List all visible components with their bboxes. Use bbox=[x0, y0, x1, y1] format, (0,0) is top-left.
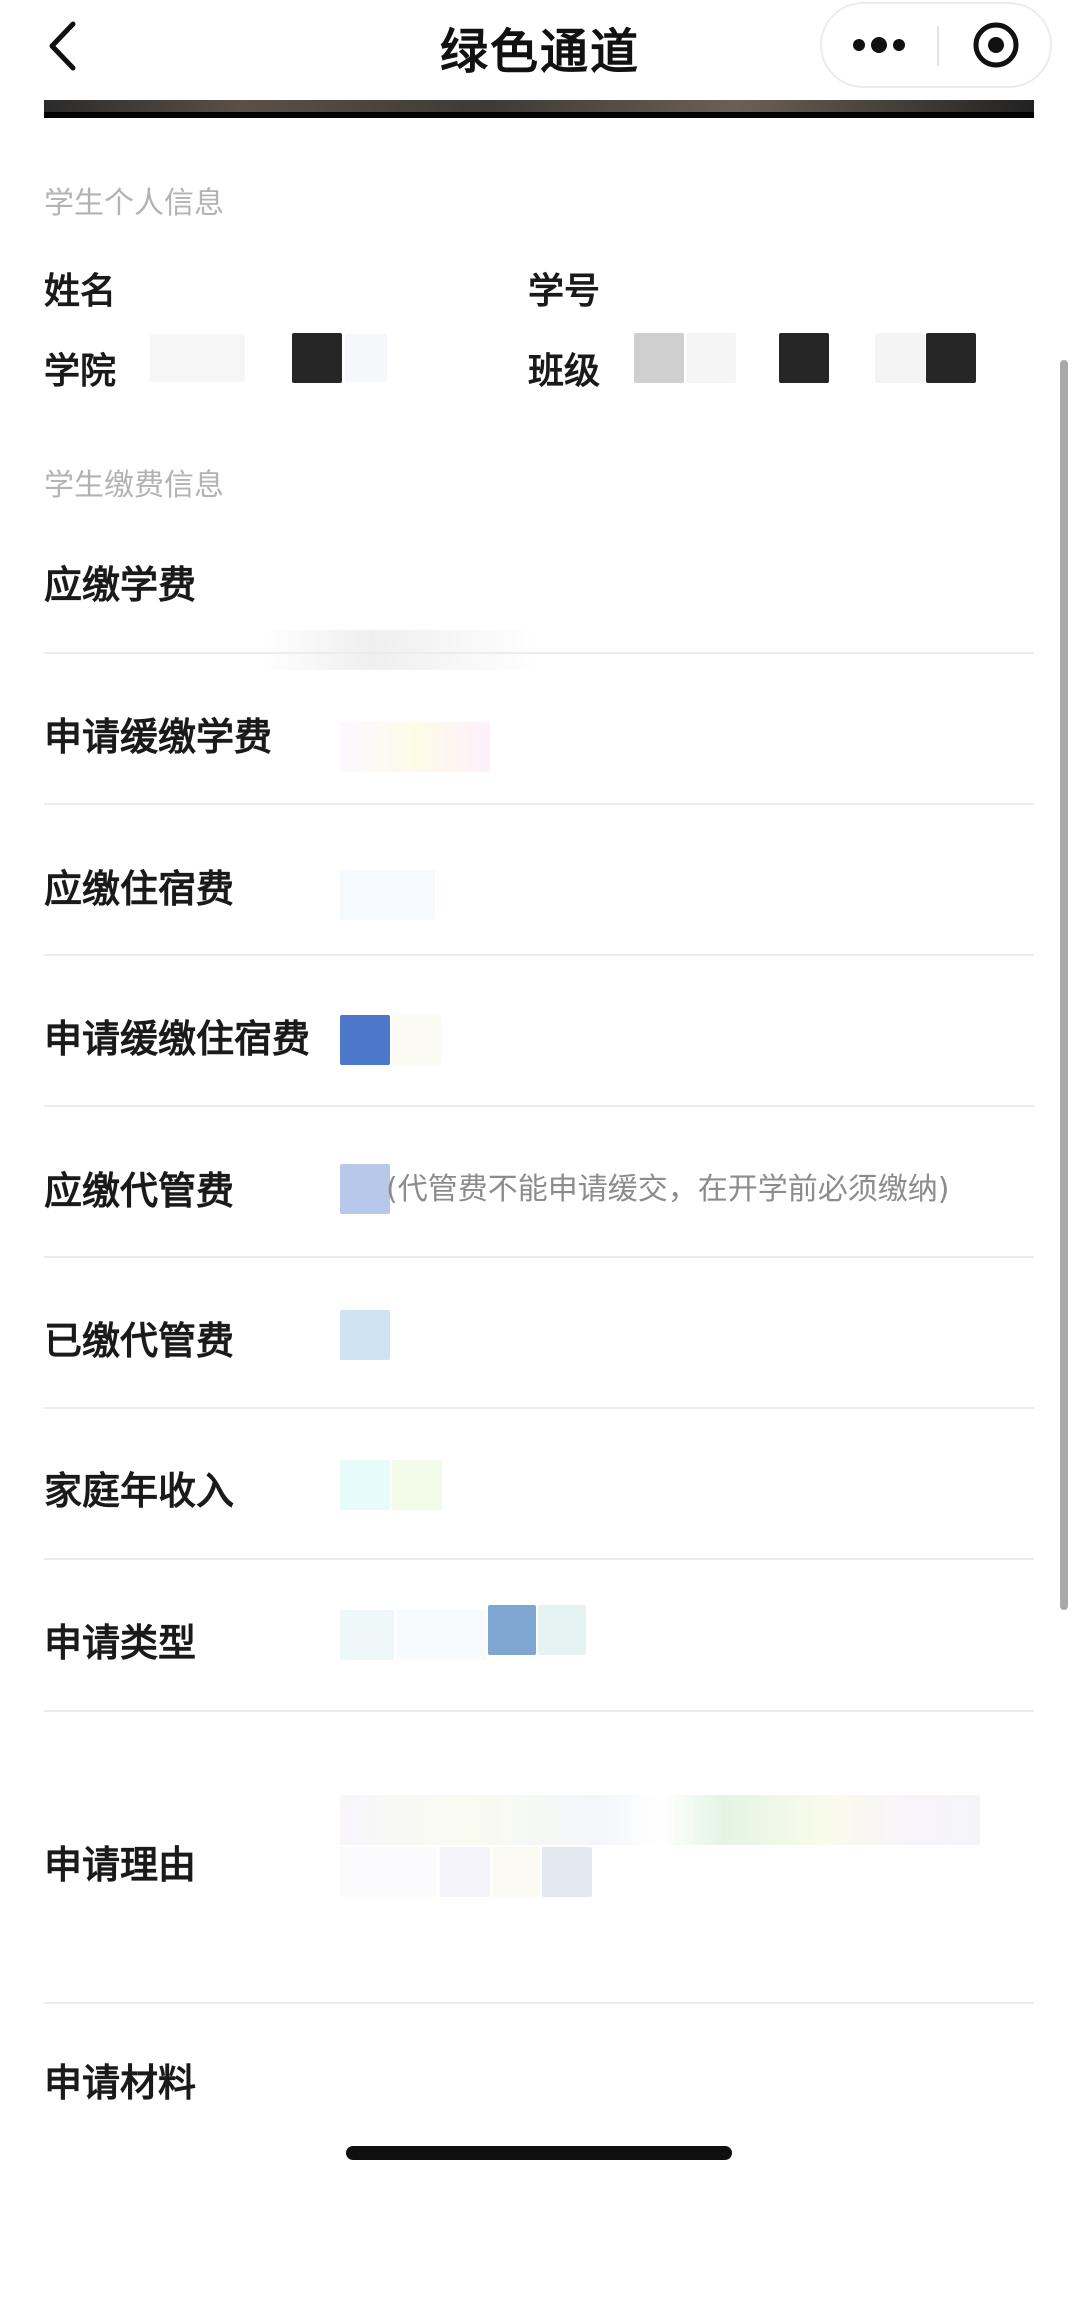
accommodation-deferral-value-redacted bbox=[392, 1015, 442, 1065]
application-reason-value-redacted bbox=[542, 1847, 592, 1897]
application-reason-value-redacted bbox=[340, 1847, 436, 1897]
accommodation-due-value-redacted bbox=[340, 870, 435, 920]
accommodation-due-label: 应缴住宿费 bbox=[44, 867, 235, 911]
accommodation-deferral-label: 申请缓缴住宿费 bbox=[44, 1017, 311, 1061]
more-button[interactable] bbox=[822, 4, 936, 86]
accommodation-deferral-value-redacted bbox=[340, 1015, 390, 1065]
college-value-redacted bbox=[150, 334, 245, 382]
top-nav-bar: 绿色通道 bbox=[0, 0, 1080, 100]
row-divider bbox=[44, 1256, 1034, 1258]
student-id-label: 学号 bbox=[528, 271, 601, 312]
application-reason-value-redacted bbox=[492, 1847, 540, 1897]
application-type-value-redacted bbox=[488, 1605, 536, 1655]
application-reason-value-redacted bbox=[440, 1847, 490, 1897]
college-value-redacted bbox=[345, 334, 387, 382]
class-label: 班级 bbox=[528, 351, 601, 392]
custody-fee-due-value-redacted bbox=[340, 1164, 390, 1214]
household-income-label: 家庭年收入 bbox=[44, 1469, 235, 1513]
row-divider bbox=[44, 1558, 1034, 1560]
tuition-due-value-redacted bbox=[260, 630, 540, 670]
application-type-value-redacted bbox=[340, 1610, 394, 1660]
green-channel-page: 绿色通道 学生个人信息 姓名 学号 学院 班级 学生缴费信息 应缴学费 申请缓缴… bbox=[0, 0, 1080, 2315]
row-divider bbox=[44, 803, 1034, 805]
row-divider bbox=[44, 652, 1034, 654]
target-close-icon bbox=[973, 22, 1019, 68]
application-type-label: 申请类型 bbox=[44, 1621, 197, 1665]
close-button[interactable] bbox=[940, 4, 1052, 86]
household-income-value-redacted bbox=[392, 1460, 442, 1510]
name-label: 姓名 bbox=[44, 271, 117, 312]
mini-program-capsule bbox=[820, 2, 1052, 88]
personal-info-section-title: 学生个人信息 bbox=[44, 186, 224, 221]
custody-fee-paid-value-redacted bbox=[340, 1310, 390, 1360]
custody-fee-paid-label: 已缴代管费 bbox=[44, 1319, 235, 1363]
more-dots-icon bbox=[853, 37, 905, 53]
row-divider bbox=[44, 1710, 1034, 1712]
application-reason-label: 申请理由 bbox=[44, 1843, 197, 1887]
application-reason-value-redacted bbox=[340, 1795, 980, 1845]
household-income-value-redacted bbox=[340, 1460, 390, 1510]
row-divider bbox=[44, 1105, 1034, 1107]
row-divider bbox=[44, 954, 1034, 956]
row-divider bbox=[44, 2002, 1034, 2004]
class-value-redacted bbox=[686, 333, 736, 383]
class-value-redacted bbox=[926, 333, 976, 383]
tuition-deferral-value-redacted bbox=[340, 722, 490, 772]
home-indicator[interactable] bbox=[346, 2146, 732, 2160]
banner-image bbox=[44, 100, 1034, 118]
college-label: 学院 bbox=[44, 351, 117, 392]
college-value-redacted bbox=[292, 333, 342, 383]
custody-fee-note: (代管费不能申请缓交，在开学前必须缴纳) bbox=[386, 1172, 950, 1207]
capsule-divider bbox=[937, 26, 939, 66]
vertical-scrollbar[interactable] bbox=[1060, 360, 1068, 1610]
application-type-value-redacted bbox=[538, 1605, 586, 1655]
row-divider bbox=[44, 1407, 1034, 1409]
custody-fee-due-label: 应缴代管费 bbox=[44, 1169, 235, 1213]
class-value-redacted bbox=[779, 333, 829, 383]
payment-info-section-title: 学生缴费信息 bbox=[44, 468, 224, 503]
application-type-value-redacted bbox=[396, 1610, 486, 1660]
application-materials-label: 申请材料 bbox=[44, 2061, 197, 2105]
class-value-redacted bbox=[634, 333, 684, 383]
class-value-redacted bbox=[875, 333, 925, 383]
tuition-due-label: 应缴学费 bbox=[44, 563, 197, 607]
tuition-deferral-label: 申请缓缴学费 bbox=[44, 715, 273, 759]
